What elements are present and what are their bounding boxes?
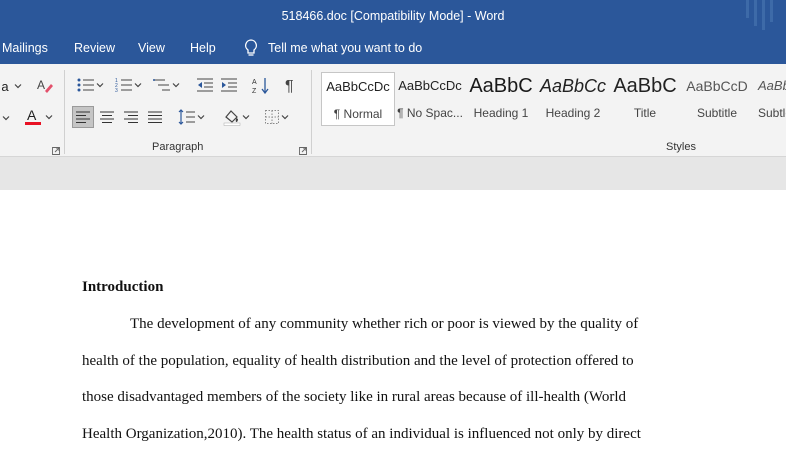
styles-group-label: Styles <box>666 141 696 153</box>
bullets-icon <box>77 78 94 92</box>
chevron-down-icon <box>242 115 250 120</box>
title-bar: 518466.doc [Compatibility Mode] - Word <box>0 0 786 34</box>
chevron-down-icon <box>197 115 205 120</box>
increase-indent-icon <box>221 78 237 92</box>
multilevel-list-icon <box>153 79 170 91</box>
chevron-down-icon <box>14 84 22 89</box>
svg-text:3: 3 <box>115 88 118 93</box>
style-heading-1[interactable]: AaBbC Heading 1 <box>465 72 537 124</box>
ribbon-tab-bar: Mailings Review View Help Tell me what y… <box>0 34 786 64</box>
borders-button[interactable] <box>260 106 294 128</box>
font-color-icon: A <box>25 107 41 125</box>
decrease-indent-icon <box>197 78 213 92</box>
chevron-down-icon[interactable] <box>0 108 12 128</box>
document-gutter <box>0 157 786 190</box>
chevron-down-icon <box>2 116 10 121</box>
eraser-icon: A <box>37 78 53 93</box>
line-spacing-button[interactable] <box>176 106 208 128</box>
style-name: Title <box>633 106 657 120</box>
style-preview: AaBbCcDc <box>398 78 462 93</box>
line-spacing-icon <box>178 109 195 125</box>
svg-text:A: A <box>252 79 257 86</box>
clear-formatting-button[interactable]: A <box>34 74 56 96</box>
svg-text:A: A <box>37 78 45 92</box>
shading-button[interactable] <box>220 106 254 128</box>
style-preview: AaBbC <box>469 75 533 97</box>
style-preview: AaBbCcD <box>686 78 748 94</box>
paragraph-dialog-launcher[interactable] <box>299 142 307 155</box>
style-heading-2[interactable]: AaBbCc Heading 2 <box>537 72 609 124</box>
decrease-indent-button[interactable] <box>194 74 216 96</box>
style-name: Heading 2 <box>545 106 601 120</box>
dialog-launcher-icon <box>52 147 60 155</box>
style-preview: AaBbCcDc <box>326 79 390 94</box>
chevron-down-icon <box>96 83 104 88</box>
bullets-button[interactable] <box>74 74 108 96</box>
corner-decoration-icon <box>746 0 773 30</box>
style-title[interactable]: AaBbC Title <box>609 72 681 124</box>
tab-mailings[interactable]: Mailings <box>2 41 48 55</box>
borders-icon <box>265 110 279 124</box>
align-right-icon <box>124 111 138 123</box>
align-left-icon <box>76 111 90 123</box>
document-page[interactable]: Introduction The development of any comm… <box>0 190 786 452</box>
chevron-down-icon <box>134 83 142 88</box>
style-preview: AaBbCc <box>539 76 607 96</box>
justify-icon <box>148 111 162 123</box>
style-name: ¶ Normal <box>333 107 383 121</box>
increase-indent-button[interactable] <box>218 74 240 96</box>
sort-button[interactable]: A Z <box>250 74 272 96</box>
style-no-spacing[interactable]: AaBbCcDc ¶ No Spac... <box>394 72 466 124</box>
style-name: Heading 1 <box>473 106 529 120</box>
paragraph-group-label: Paragraph <box>152 141 204 153</box>
paint-bucket-icon <box>223 110 241 126</box>
dialog-launcher-icon <box>299 147 307 155</box>
sort-icon: A Z <box>252 78 269 94</box>
chevron-down-icon <box>172 83 180 88</box>
svg-text:¶: ¶ <box>285 78 294 94</box>
svg-text:Z: Z <box>252 88 257 94</box>
tell-me-search[interactable]: Tell me what you want to do <box>244 39 422 57</box>
tab-help[interactable]: Help <box>190 41 216 55</box>
justify-button[interactable] <box>144 106 166 128</box>
font-dialog-launcher[interactable] <box>52 142 60 155</box>
paragraph-line: The development of any community whether… <box>130 316 639 332</box>
style-name: ¶ No Spac... <box>397 106 463 120</box>
show-formatting-button[interactable]: ¶ <box>280 74 302 96</box>
style-normal[interactable]: AaBbCcDc ¶ Normal <box>321 72 395 126</box>
style-name: Subtitle <box>696 106 738 120</box>
tell-me-label: Tell me what you want to do <box>268 41 423 55</box>
document-heading: Introduction <box>82 279 164 295</box>
paragraph-line: health of the population, equality of he… <box>82 353 634 369</box>
style-subtle-emphasis[interactable]: AaBbCc Subtle <box>753 72 786 124</box>
align-left-button[interactable] <box>72 106 94 128</box>
style-name: Subtle <box>758 106 786 120</box>
chevron-down-icon <box>281 115 289 120</box>
align-center-button[interactable] <box>96 106 118 128</box>
lightbulb-icon <box>245 39 257 56</box>
group-separator <box>311 70 312 154</box>
chevron-down-icon <box>45 115 53 120</box>
group-separator <box>64 70 65 154</box>
font-color-button[interactable]: A <box>18 106 58 128</box>
pilcrow-icon: ¶ <box>285 78 294 94</box>
svg-text:A: A <box>27 107 37 123</box>
ribbon: a A A 1 2 3 A Z ¶ Paragraph AaBbCcDc ¶ N… <box>0 64 786 157</box>
numbering-icon: 1 2 3 <box>115 78 132 93</box>
multilevel-list-button[interactable] <box>150 74 184 96</box>
style-preview: AaBbC <box>613 75 677 97</box>
style-preview: AaBbCc <box>758 78 786 93</box>
align-center-icon <box>100 111 114 123</box>
tab-review[interactable]: Review <box>74 41 115 55</box>
align-right-button[interactable] <box>120 106 142 128</box>
tab-view[interactable]: View <box>138 41 165 55</box>
window-title: 518466.doc [Compatibility Mode] - Word <box>281 9 505 23</box>
font-name-partial[interactable]: a <box>0 76 24 96</box>
paragraph-line: those disadvantaged members of the socie… <box>82 389 627 405</box>
paragraph-line: Health Organization,2010). The health st… <box>82 426 641 442</box>
numbering-button[interactable]: 1 2 3 <box>112 74 146 96</box>
style-subtitle[interactable]: AaBbCcD Subtitle <box>681 72 753 124</box>
